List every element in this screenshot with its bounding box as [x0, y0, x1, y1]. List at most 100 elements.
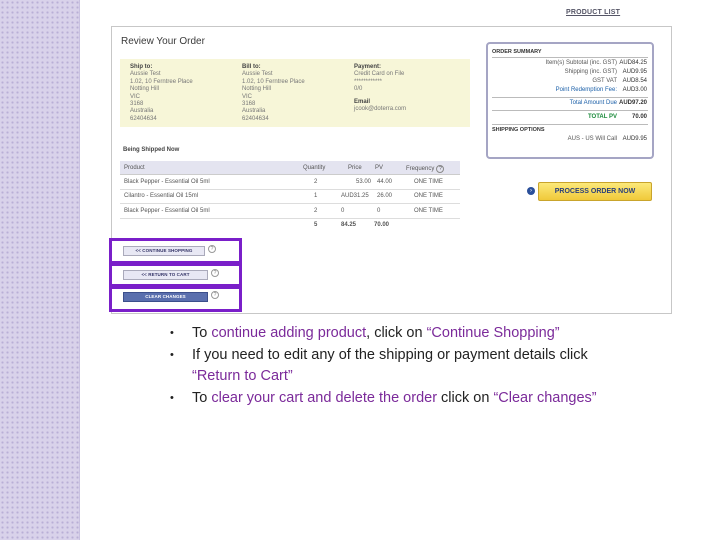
shipping-option-label: AUS - US Will Call — [567, 136, 617, 142]
price: 53.00 — [356, 178, 372, 185]
payment-block: Payment: Credit Card on File ***********… — [354, 64, 406, 113]
frequency: ONE TIME — [414, 207, 443, 214]
divider — [492, 124, 648, 125]
ship-to-line: Notting Hill — [130, 86, 160, 93]
summary-label: Shipping (inc. GST) — [564, 69, 617, 75]
total-pv-value: 70.00 — [631, 114, 647, 120]
instruction-quote: “Continue Shopping” — [426, 325, 560, 341]
product-list-link[interactable]: PRODUCT LIST — [566, 9, 620, 16]
bill-to-heading: Bill to: — [242, 64, 261, 70]
page-title: Review Your Order — [121, 36, 205, 47]
bill-to-line: Notting Hill — [242, 86, 272, 93]
highlight-continue-shopping — [109, 238, 242, 264]
summary-label: Item(s) Subtotal (inc. GST) — [545, 60, 617, 66]
payment-expiry: 0/0 — [354, 86, 363, 93]
bill-to-block: Bill to: Aussie Test 1.02, 10 Ferntree P… — [242, 64, 305, 123]
table-totals-row: 5 84.25 70.00 — [120, 219, 460, 233]
total-due-value: AUD97.20 — [618, 100, 647, 106]
ship-to-block: Ship to: Aussie Test 1.02, 10 Ferntree P… — [130, 64, 193, 123]
process-arrow-icon: › — [527, 187, 535, 195]
instruction-text: , click on — [366, 325, 427, 341]
col-frequency: Frequency? — [406, 164, 445, 173]
pv: 26.00 — [377, 193, 393, 199]
help-icon[interactable]: ? — [436, 164, 445, 173]
email-value: jcook@doterra.com — [354, 106, 407, 113]
pv: 0 — [377, 207, 381, 214]
instruction-highlight: clear your cart and delete the order — [211, 389, 438, 406]
payment-masked-card: ************ — [354, 78, 383, 85]
summary-value: AUD8.54 — [622, 78, 647, 84]
instruction-text: To — [192, 325, 212, 341]
bullet-icon: • — [170, 327, 174, 339]
total-pv-label: TOTAL PV — [587, 114, 617, 120]
divider — [492, 57, 648, 58]
product-name: Black Pepper - Essential Oil 5ml — [124, 178, 210, 185]
instruction-continue: • To continue adding product, click on “C… — [170, 323, 640, 345]
table-row: Black Pepper - Essential Oil 5ml 2 0 0 O… — [120, 204, 460, 219]
table-row: Cilantro - Essential Oil 15ml 1 AUD31.25… — [120, 190, 460, 204]
table-row: Black Pepper - Essential Oil 5ml 2 53.00… — [120, 175, 460, 190]
summary-row: GST VAT AUD8.54 — [592, 78, 647, 84]
instructions-list: • To continue adding product, click on “C… — [170, 323, 640, 409]
bill-to-line: VIC — [242, 93, 253, 100]
table-header: Product Quantity Price PV Frequency? — [120, 161, 460, 175]
summary-label: GST VAT — [592, 78, 617, 84]
summary-value: AUD9.95 — [622, 69, 647, 75]
instruction-quote: “Clear changes” — [493, 389, 597, 406]
instruction-highlight: continue adding product — [211, 325, 367, 341]
quantity: 2 — [314, 178, 318, 185]
divider — [492, 97, 648, 98]
ship-to-heading: Ship to: — [130, 64, 153, 70]
instruction-return: • If you need to edit any of the shipping… — [170, 345, 640, 388]
instruction-text: click on — [437, 389, 494, 406]
decorative-sidebar — [0, 0, 79, 540]
ship-to-line: 3168 — [130, 101, 144, 108]
summary-row: Point Redemption Fee: AUD3.00 — [556, 87, 647, 93]
highlight-return-to-cart — [109, 263, 242, 287]
divider — [492, 110, 648, 111]
process-order-button[interactable]: PROCESS ORDER NOW — [538, 182, 652, 201]
product-name: Cilantro - Essential Oil 15ml — [124, 193, 199, 199]
shipping-option-row: AUS - US Will Call AUD9.95 — [568, 136, 647, 142]
bill-to-line: 62404634 — [242, 115, 269, 122]
quantity: 2 — [314, 207, 318, 214]
total-pv: 70.00 — [374, 222, 390, 228]
order-table: Product Quantity Price PV Frequency? Bla… — [120, 161, 460, 232]
ship-to-line: 62404634 — [130, 115, 157, 122]
bill-to-line: 3168 — [242, 101, 256, 108]
quantity: 1 — [314, 193, 318, 199]
bullet-icon: • — [170, 391, 174, 404]
ship-to-line: VIC — [130, 93, 141, 100]
total-pv-row: TOTAL PV 70.00 — [588, 114, 647, 120]
ship-to-line: 1.02, 10 Ferntree Place — [130, 78, 193, 85]
ship-to-line: Aussie Test — [130, 71, 161, 78]
price: AUD31.25 — [341, 193, 369, 199]
product-name: Black Pepper - Essential Oil 5ml — [124, 207, 210, 214]
total-due-label: Total Amount Due — [569, 100, 617, 106]
col-frequency-label: Frequency — [406, 165, 435, 172]
frequency: ONE TIME — [414, 178, 443, 185]
col-quantity: Quantity — [303, 164, 326, 171]
being-shipped-heading: Being Shipped Now — [123, 147, 180, 153]
ship-to-line: Australia — [130, 108, 154, 115]
email-heading: Email — [354, 98, 371, 105]
shipping-option-value: AUD9.95 — [622, 136, 647, 142]
payment-heading: Payment: — [354, 64, 382, 70]
instruction-clear: • To clear your cart and delete the order… — [170, 388, 640, 410]
col-product: Product — [124, 164, 145, 171]
instruction-quote: “Return to Cart” — [192, 368, 293, 384]
summary-row: Shipping (inc. GST) AUD9.95 — [565, 69, 647, 75]
total-due-row: Total Amount Due AUD97.20 — [570, 100, 647, 106]
summary-value: AUD84.25 — [619, 60, 647, 66]
pv: 44.00 — [377, 178, 393, 185]
bill-to-line: Aussie Test — [242, 71, 273, 78]
address-info-box: Ship to: Aussie Test 1.02, 10 Ferntree P… — [120, 59, 470, 127]
col-price: Price — [348, 164, 362, 171]
summary-label: Point Redemption Fee: — [555, 87, 617, 93]
price: 0 — [341, 207, 345, 214]
bullet-icon: • — [170, 348, 174, 361]
bill-to-line: Australia — [242, 108, 266, 115]
payment-method: Credit Card on File — [354, 71, 405, 78]
total-price: 84.25 — [341, 222, 357, 228]
instruction-text: If you need to edit any of the shipping … — [192, 346, 588, 363]
